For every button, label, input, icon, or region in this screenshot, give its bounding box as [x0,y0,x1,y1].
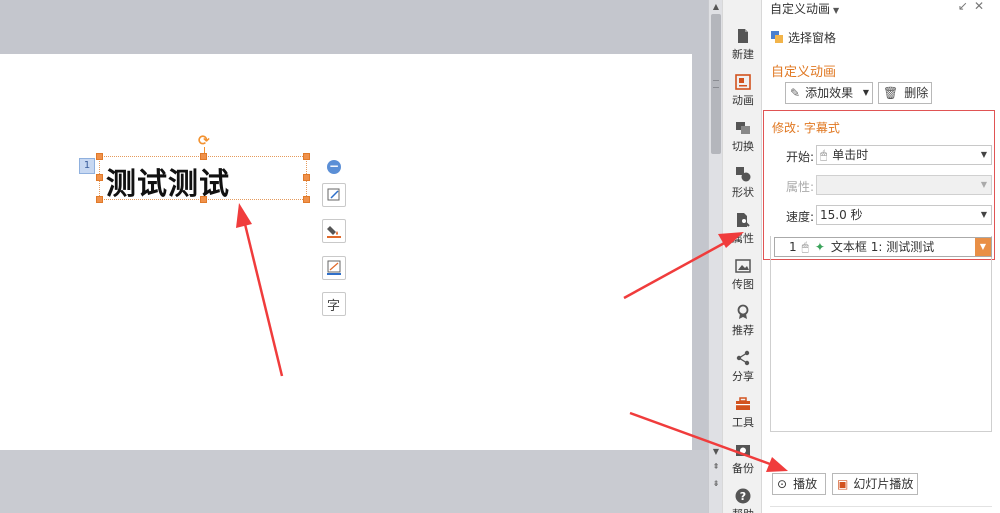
new-doc-icon [738,29,748,43]
chevron-down-icon[interactable]: ▼ [975,238,991,256]
scroll-up-icon[interactable]: ▲ [709,1,723,13]
shape-icon [736,167,751,182]
toolbox-icon [736,397,750,410]
slideshow-button[interactable]: ▣ 幻灯片播放 [832,473,918,495]
section-title: 自定义动画 [771,65,837,80]
svg-text:?: ? [740,490,746,503]
play-button[interactable]: ⊙ 播放 [772,473,826,495]
scrollbar-grip [713,80,719,88]
start-select[interactable]: 🖱 单击时 ▼ [816,145,992,165]
text-format-icon: 字 [327,299,341,314]
outline-icon [327,260,341,275]
star-effect-icon: ✦ [814,240,825,254]
side-item-help[interactable]: ? 帮助 [723,488,763,513]
chevron-down-icon: ▼ [980,210,987,219]
share-icon [736,350,750,366]
prev-page-icon[interactable]: ⇞ [709,461,723,473]
pane-window-controls: ↙✕ [958,0,990,13]
property-select[interactable]: ▼ [816,175,992,195]
rotate-handle-icon[interactable]: ⟳ [198,134,212,148]
divider [770,506,992,507]
side-item-backup[interactable]: 备份 [723,442,763,488]
backup-icon [736,445,750,456]
chevron-down-icon: ▼ [862,88,869,97]
mouse-icon: 🖱 [820,148,828,162]
resize-handle-tl[interactable] [96,153,103,160]
animation-icon [735,74,751,90]
collapse-toolbar-icon[interactable]: − [327,160,341,174]
animation-order-badge[interactable]: 1 [79,158,95,174]
edit-shape-icon [327,188,340,201]
side-item-tools[interactable]: 工具 [723,396,763,442]
resize-handle-tr[interactable] [303,153,310,160]
add-effect-button[interactable]: ✎ 添加效果 ▼ [785,82,873,104]
side-toolbar: 新建 动画 切换 形状 属性 传图 推荐 分享 工具 备份 ? 帮助 [722,0,762,513]
play-icon: ⊙ [777,477,788,491]
side-item-shape[interactable]: 形状 [723,166,763,212]
pencil-icon: ✎ [790,86,801,100]
edit-shape-button[interactable] [322,183,346,207]
recommend-icon [737,304,749,319]
side-item-upload-image[interactable]: 传图 [723,258,763,304]
fill-color-button[interactable] [322,219,346,243]
slideshow-icon: ▣ [837,477,849,491]
text-box-content[interactable]: 测试测试 [106,159,230,203]
delete-button[interactable]: 🗑 删除 [878,82,932,104]
side-item-properties[interactable]: 属性 [723,212,763,258]
scroll-down-icon[interactable]: ▼ [709,446,723,458]
next-page-icon[interactable]: ⇟ [709,478,723,490]
chevron-down-icon: ▼ [980,150,987,159]
side-item-transition[interactable]: 切换 [723,120,763,166]
resize-handle-ml[interactable] [96,174,103,181]
side-item-new[interactable]: 新建 [723,28,763,74]
speed-label: 速度: [786,210,815,224]
notes-area [0,450,708,513]
effect-list[interactable] [770,236,992,432]
slide[interactable]: 1 ⟳ 测试测试 − 字 [0,54,692,450]
speed-select[interactable]: 15.0 秒 ▼ [816,205,992,225]
resize-handle-bl[interactable] [96,196,103,203]
outline-color-button[interactable] [322,256,346,280]
start-label: 开始: [786,150,815,164]
text-box[interactable]: 测试测试 [99,156,307,203]
close-icon[interactable]: ✕ [974,0,990,13]
help-icon: ? [735,488,751,504]
resize-handle-bc[interactable] [200,196,207,203]
custom-animation-pane: 自定义动画 ▼ ↙✕ 选择窗格 自定义动画 ✎ 添加效果 ▼ 🗑 删除 修改: 字幕式 … [762,0,1000,513]
trash-icon: 🗑 [883,86,899,100]
properties-icon [737,213,750,227]
chevron-down-icon: ▼ [833,6,840,15]
mouse-icon: 🖱 [801,240,809,254]
side-item-animation[interactable]: 动画 [723,74,763,120]
upload-image-icon [735,259,751,273]
fill-bucket-icon [327,226,341,238]
vertical-scrollbar[interactable]: ▲ ▼ ⇞ ⇟ [708,0,722,513]
modify-title: 修改: 字幕式 [772,121,840,135]
property-label: 属性: [786,180,815,194]
resize-handle-br[interactable] [303,196,310,203]
effect-list-item[interactable]: 1 🖱 ✦ 文本框 1: 测试测试 ▼ [774,237,992,257]
side-item-share[interactable]: 分享 [723,350,763,396]
pane-title[interactable]: 自定义动画 ▼ [770,0,839,17]
side-item-recommend[interactable]: 推荐 [723,304,763,350]
resize-handle-mr[interactable] [303,174,310,181]
selection-pane-icon [771,31,783,43]
chevron-down-icon: ▼ [980,180,987,189]
text-format-button[interactable]: 字 [322,292,346,316]
canvas-area: 1 ⟳ 测试测试 − 字 [0,0,708,513]
selection-pane-link[interactable]: 选择窗格 [770,30,836,46]
transition-icon [736,122,750,134]
restore-icon[interactable]: ↙ [958,0,974,13]
resize-handle-tc[interactable] [200,153,207,160]
